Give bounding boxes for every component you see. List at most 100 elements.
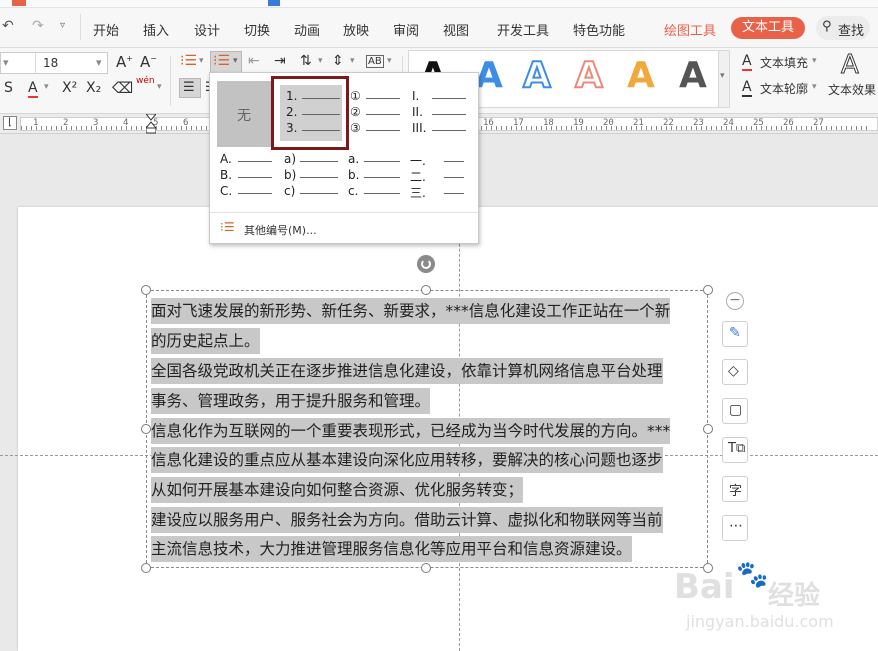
- text-line[interactable]: 信息化建设的重点应从基本建设向深化应用转移，要解决的核心问题也逐步: [151, 447, 663, 473]
- align-left-button[interactable]: ☰: [179, 78, 201, 98]
- menu-design[interactable]: 设计: [194, 20, 220, 39]
- menu-slideshow[interactable]: 放映: [343, 20, 369, 39]
- decrease-indent-icon[interactable]: ⇤: [248, 53, 260, 69]
- menu-special-features[interactable]: 特色功能: [573, 20, 625, 39]
- text-outline-arrow-icon[interactable]: ▾: [812, 82, 817, 92]
- resize-handle-bottom[interactable]: [421, 563, 431, 573]
- menu-transition[interactable]: 切换: [244, 20, 270, 39]
- font-color-arrow-icon[interactable]: ▾: [44, 82, 49, 92]
- ruler-tick: [106, 126, 107, 130]
- menu-animation[interactable]: 动画: [294, 20, 320, 39]
- bullets-icon[interactable]: ⁝☰: [180, 53, 197, 69]
- undo-icon[interactable]: ↶: [2, 18, 14, 34]
- text-style-blue-outline[interactable]: A: [522, 54, 552, 97]
- ruler-tick: [746, 126, 747, 130]
- increase-indent-icon[interactable]: ⇥: [274, 53, 286, 69]
- text-style-gray[interactable]: A: [679, 55, 707, 96]
- numbering-option-roman[interactable]: I. II. III.: [410, 87, 470, 153]
- tab-stop-selector-icon[interactable]: ⌊: [3, 116, 17, 130]
- numbering-option-chinese[interactable]: 一. 二. 三.: [410, 152, 470, 218]
- text-align-arrow-icon[interactable]: ▾: [387, 56, 392, 66]
- menu-developer[interactable]: 开发工具: [497, 20, 549, 39]
- numbering-option-upper-alpha[interactable]: A. B. C.: [220, 152, 280, 218]
- resize-handle-top-left[interactable]: [141, 285, 151, 295]
- outline-button[interactable]: ▢: [722, 398, 748, 424]
- clear-format-icon[interactable]: ⌫: [112, 79, 133, 97]
- indent-marker-icon[interactable]: [144, 113, 158, 134]
- text-style-pink-outline[interactable]: A: [574, 54, 604, 97]
- superscript-icon[interactable]: X²: [62, 80, 77, 96]
- text-outline-label[interactable]: 文本轮廓: [760, 80, 808, 97]
- more-options-button[interactable]: ⋯: [722, 515, 748, 541]
- numbering-option-circled[interactable]: ① ② ③: [348, 87, 408, 153]
- doc-tab-icon[interactable]: [268, 0, 280, 6]
- menu-view[interactable]: 视图: [443, 20, 469, 39]
- toolbar-separator: [170, 56, 171, 106]
- rotate-handle-icon[interactable]: [417, 255, 435, 273]
- subscript-icon[interactable]: X₂: [86, 80, 101, 96]
- text-line[interactable]: 的历史起点上。: [151, 328, 260, 354]
- decrease-font-icon[interactable]: A−: [140, 53, 157, 71]
- text-fill-label[interactable]: 文本填充: [760, 54, 808, 71]
- font-settings-button[interactable]: 字: [722, 476, 748, 502]
- ruler-tick: [176, 126, 177, 130]
- menu-insert[interactable]: 插入: [143, 20, 169, 39]
- text-outline-icon[interactable]: A: [742, 79, 752, 97]
- numbering-option-decimal[interactable]: 1. 2. 3.: [271, 76, 349, 150]
- strikethrough-icon[interactable]: S: [4, 80, 13, 96]
- text-box-convert-button[interactable]: T⧉: [722, 437, 748, 463]
- text-effect-label[interactable]: 文本效果: [828, 81, 876, 98]
- fill-button[interactable]: ◇: [722, 359, 748, 385]
- numbering-button[interactable]: ⁝☰ ▾: [210, 51, 242, 73]
- menu-text-tools[interactable]: 文本工具: [731, 17, 805, 39]
- resize-handle-top[interactable]: [421, 285, 431, 295]
- redo-icon[interactable]: ↷: [32, 18, 44, 34]
- increase-font-icon[interactable]: A+: [116, 53, 133, 71]
- ruler-tick: [31, 126, 32, 130]
- ruler-tick: [511, 126, 512, 130]
- resize-handle-bottom-left[interactable]: [141, 563, 151, 573]
- resize-handle-top-right[interactable]: [703, 285, 713, 295]
- bullets-arrow-icon[interactable]: ▾: [199, 56, 204, 66]
- line-spacing-arrow-icon[interactable]: ▾: [350, 56, 355, 66]
- text-line[interactable]: 信息化作为互联网的一个重要表现形式，已经成为当今时代发展的方向。***: [151, 418, 671, 444]
- ruler-tick: [81, 126, 82, 130]
- text-align-icon[interactable]: AB: [366, 55, 384, 68]
- menu-home[interactable]: 开始: [93, 20, 119, 39]
- text-line[interactable]: 从如何开展基本建设向如何整合资源、优化服务转变；: [151, 477, 524, 503]
- font-color-icon[interactable]: A: [28, 80, 38, 98]
- brush-style-button[interactable]: ✎: [722, 321, 748, 347]
- line-spacing-icon[interactable]: ⇕: [332, 53, 344, 69]
- text-fill-arrow-icon[interactable]: ▾: [812, 56, 817, 66]
- ruler-number: 26: [783, 118, 794, 128]
- text-line[interactable]: 全国各级党政机关正在逐步推进信息化建设，依靠计算机网络信息平台处理: [151, 358, 663, 384]
- menu-review[interactable]: 审阅: [393, 20, 419, 39]
- font-size-arrow-icon[interactable]: ▾: [96, 56, 102, 69]
- style-gallery-scrollbar[interactable]: ▾: [718, 50, 730, 108]
- numbering-option-lower-alpha-paren[interactable]: a) b) c): [284, 152, 344, 218]
- numbering-option-lower-alpha[interactable]: a. b. c.: [348, 152, 408, 218]
- text-line[interactable]: 建设应以服务用户、服务社会为方向。借助云计算、虚拟化和物联网等当前: [151, 507, 663, 533]
- text-fill-icon[interactable]: A: [742, 53, 752, 71]
- text-direction-icon[interactable]: ⇅: [300, 53, 312, 69]
- numbering-none-option[interactable]: 无: [217, 81, 277, 147]
- search-box[interactable]: ⚲ 查找: [816, 16, 870, 40]
- resize-handle-left[interactable]: [141, 424, 151, 434]
- text-line[interactable]: 面对飞速发展的新形势、新任务、新要求，***信息化建设工作正站在一个新: [151, 298, 671, 324]
- numbering-item: II.: [412, 105, 423, 119]
- collapse-icon[interactable]: −: [726, 292, 744, 310]
- text-line[interactable]: 主流信息技术，大力推进管理服务信息化等应用平台和信息资源建设。: [151, 536, 632, 562]
- text-direction-arrow-icon[interactable]: ▾: [318, 56, 323, 66]
- quick-access-more-icon[interactable]: ▿: [60, 20, 65, 31]
- font-size-field[interactable]: ▾ 18 ▾: [0, 52, 108, 74]
- ruler-tick: [861, 126, 862, 130]
- menu-drawing-tools[interactable]: 绘图工具: [664, 20, 716, 39]
- text-effect-icon[interactable]: A: [841, 50, 860, 81]
- phonetic-guide-icon[interactable]: wén: [136, 76, 155, 86]
- text-style-orange[interactable]: A: [627, 55, 655, 96]
- text-style-blue[interactable]: A: [475, 55, 503, 96]
- resize-handle-right[interactable]: [703, 424, 713, 434]
- phonetic-arrow-icon[interactable]: ▾: [157, 82, 162, 92]
- text-line[interactable]: 事务、管理政务，用于提升服务和管理。: [151, 388, 431, 414]
- more-numbering-item[interactable]: ⁝☰ 其他编号(M)...: [210, 215, 478, 241]
